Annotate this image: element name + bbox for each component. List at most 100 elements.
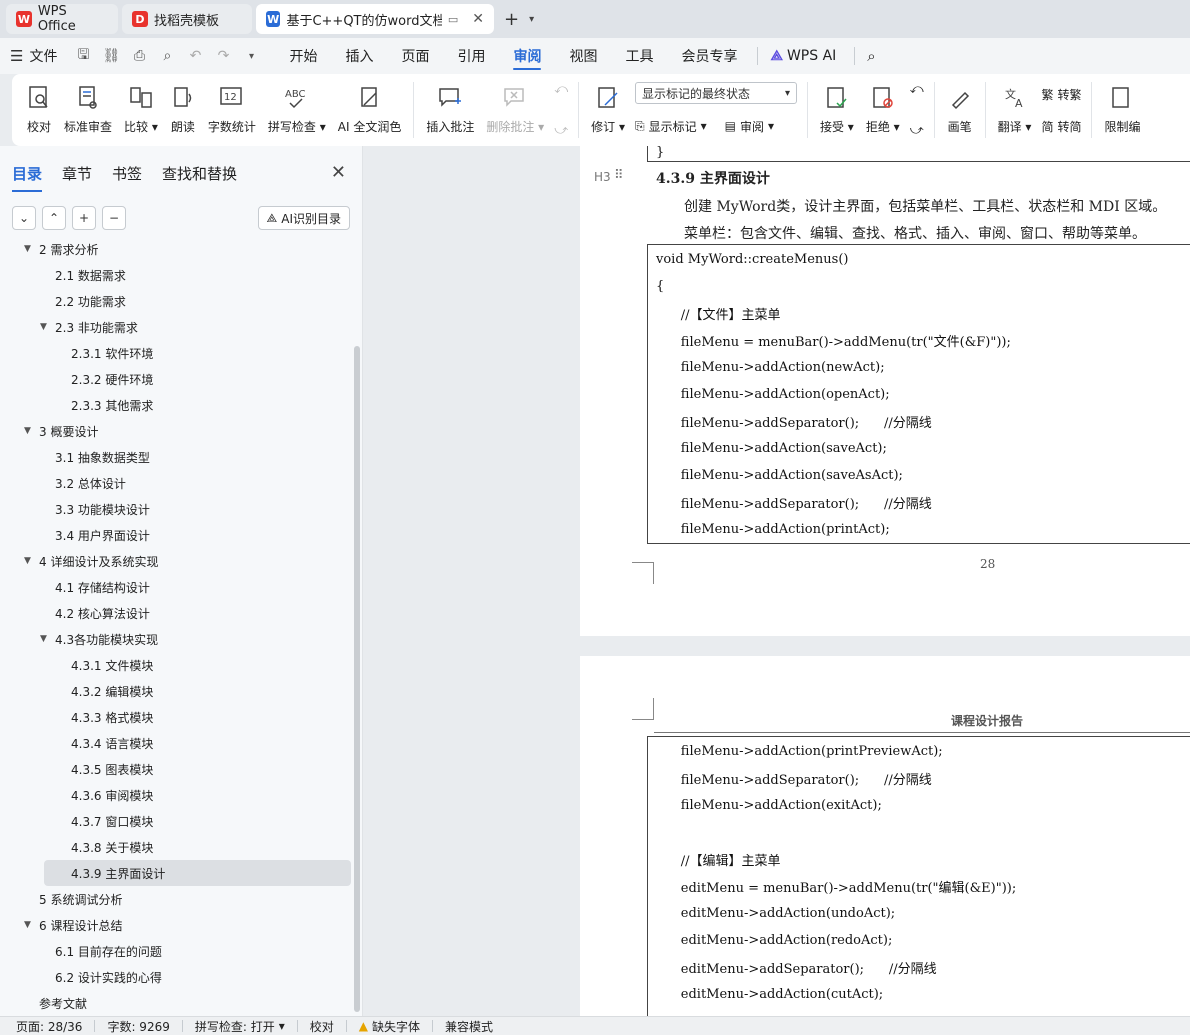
review-pane-button[interactable]: 审阅 xyxy=(740,118,764,135)
expand-icon[interactable]: ⌃ xyxy=(42,206,66,230)
toc-item[interactable]: 3.2 总体设计 xyxy=(0,470,352,496)
toc-item[interactable]: 4.3.9 主界面设计 xyxy=(44,860,351,886)
toc-item[interactable]: ▼ 3 概要设计 xyxy=(0,418,352,444)
toc-item[interactable]: ▼ 6 课程设计总结 xyxy=(0,912,352,938)
close-icon[interactable]: ✕ xyxy=(472,11,484,27)
toc-item[interactable]: 2.1 数据需求 xyxy=(0,262,352,288)
toc-item[interactable]: 2.3.2 硬件环境 xyxy=(0,366,352,392)
close-pane-icon[interactable]: ✕ xyxy=(331,162,346,183)
toc-item[interactable]: 4.3.6 审阅模块 xyxy=(0,782,352,808)
plus-icon[interactable]: + xyxy=(504,9,519,30)
tab-docer-templates[interactable]: D 找稻壳模板 xyxy=(122,4,252,34)
expand-arrow-icon[interactable]: ▼ xyxy=(40,322,54,332)
toc-item[interactable]: 4.1 存储结构设计 xyxy=(0,574,352,600)
track-changes-button[interactable]: 修订 ▾ xyxy=(585,80,631,140)
expand-arrow-icon[interactable]: ▼ xyxy=(24,920,38,930)
delete-comment-button[interactable]: 删除批注 ▾ xyxy=(480,80,550,140)
proofread-button[interactable]: 校对 xyxy=(20,80,58,140)
page-indicator[interactable]: 页面: 28/36 xyxy=(16,1018,94,1035)
tab-current-document[interactable]: W 基于C++QT的仿word文档编 ▭ ✕ xyxy=(256,4,494,34)
previous-comment-icon[interactable]: ⤺ xyxy=(554,82,568,97)
toc-item[interactable]: ▼ 4.3各功能模块实现 xyxy=(0,626,352,652)
remove-heading-icon[interactable]: − xyxy=(102,206,126,230)
collapse-icon[interactable]: ⌄ xyxy=(12,206,36,230)
toc-item[interactable]: 6.2 设计实践的心得 xyxy=(0,964,352,990)
toc-item[interactable]: ▼ 2 需求分析 xyxy=(0,242,352,262)
show-markup-button[interactable]: 显示标记 xyxy=(649,118,697,135)
translate-button[interactable]: 文A 翻译 ▾ xyxy=(992,80,1038,140)
spell-check-button[interactable]: ABC 拼写检查 ▾ xyxy=(262,80,332,140)
redo-icon[interactable]: ↷ xyxy=(212,45,234,67)
ai-toc-button[interactable]: ⟁ AI识别目录 xyxy=(257,206,350,230)
pane-scrollbar[interactable] xyxy=(354,346,360,1012)
expand-arrow-icon[interactable]: ▼ xyxy=(24,426,38,436)
chevron-down-icon[interactable]: ▾ xyxy=(529,14,534,25)
markup-state-dropdown[interactable]: 显示标记的最终状态 ▾ xyxy=(634,82,797,104)
accept-button[interactable]: 接受 ▾ xyxy=(814,80,860,140)
toc-item[interactable]: 4.3.7 窗口模块 xyxy=(0,808,352,834)
toc-item[interactable]: 3.3 功能模块设计 xyxy=(0,496,352,522)
pen-button[interactable]: 画笔 xyxy=(941,80,979,140)
spell-check-status[interactable]: 拼写检查: 打开 ▾ xyxy=(195,1018,297,1035)
link-icon[interactable]: ⛓ xyxy=(100,45,122,67)
toc-item[interactable]: 4.3.1 文件模块 xyxy=(0,652,352,678)
print-preview-icon[interactable]: ⌕ xyxy=(156,45,178,67)
undo-icon[interactable]: ↶ xyxy=(184,45,206,67)
toc-item[interactable]: 4.3.3 格式模块 xyxy=(0,704,352,730)
print-icon[interactable]: ⎙ xyxy=(128,45,150,67)
add-heading-icon[interactable]: + xyxy=(72,206,96,230)
ai-polish-button[interactable]: AI 全文润色 xyxy=(332,80,408,140)
tab-toc[interactable]: 目录 xyxy=(12,158,43,192)
menu-review[interactable]: 审阅 xyxy=(499,38,555,74)
toc-item[interactable]: ▼ 2.3 非功能需求 xyxy=(0,314,352,340)
menu-insert[interactable]: 插入 xyxy=(331,38,387,74)
search-icon[interactable]: ⌕ xyxy=(867,47,875,65)
menu-view[interactable]: 视图 xyxy=(555,38,611,74)
tab-bookmarks[interactable]: 书签 xyxy=(112,158,142,188)
menu-start[interactable]: 开始 xyxy=(275,38,331,74)
menu-member[interactable]: 会员专享 xyxy=(667,38,751,74)
tab-chapters[interactable]: 章节 xyxy=(62,158,92,188)
toc-item[interactable]: 4.3.5 图表模块 xyxy=(0,756,352,782)
menu-references[interactable]: 引用 xyxy=(443,38,499,74)
previous-change-icon[interactable]: ⤺ xyxy=(910,82,924,97)
toc-item[interactable]: 4.3.2 编辑模块 xyxy=(0,678,352,704)
toc-item[interactable]: 5 系统调试分析 xyxy=(0,886,352,912)
to-simplified-button[interactable]: 简 转简 xyxy=(1041,114,1081,138)
expand-arrow-icon[interactable]: ▼ xyxy=(40,634,54,644)
toc-item[interactable]: 参考文献 xyxy=(0,990,352,1016)
menu-page[interactable]: 页面 xyxy=(387,38,443,74)
toc-item[interactable]: 4.3.8 关于模块 xyxy=(0,834,352,860)
toc-item[interactable]: 4.2 核心算法设计 xyxy=(0,600,352,626)
read-aloud-button[interactable]: 朗读 xyxy=(164,80,202,140)
proof-status[interactable]: 校对 xyxy=(310,1018,346,1035)
toc-item[interactable]: 6.1 目前存在的问题 xyxy=(0,938,352,964)
hamburger-icon[interactable]: ☰ xyxy=(10,47,23,65)
missing-font-status[interactable]: ▲ 缺失字体 xyxy=(359,1018,432,1035)
toc-item[interactable]: 2.3.1 软件环境 xyxy=(0,340,352,366)
word-count-button[interactable]: 12 字数统计 xyxy=(202,80,262,140)
toc-item[interactable]: 2.3.3 其他需求 xyxy=(0,392,352,418)
drag-handle-icon[interactable]: ⠿ xyxy=(614,168,624,183)
expand-arrow-icon[interactable]: ▼ xyxy=(24,556,38,566)
to-traditional-button[interactable]: 繁 转繁 xyxy=(1041,82,1081,106)
toc-item[interactable]: 2.2 功能需求 xyxy=(0,288,352,314)
toc-item[interactable]: ▼ 4 详细设计及系统实现 xyxy=(0,548,352,574)
menu-file[interactable]: 文件 xyxy=(29,46,57,66)
menu-wps-ai[interactable]: WPS AI xyxy=(787,48,836,64)
restrict-editing-button[interactable]: 限制编 xyxy=(1098,80,1146,140)
tab-wps-office[interactable]: W WPS Office xyxy=(6,4,118,34)
insert-comment-button[interactable]: 插入批注 xyxy=(420,80,480,140)
chevron-down-icon[interactable]: ▾ xyxy=(240,45,262,67)
save-icon[interactable]: 🖫 xyxy=(72,45,94,67)
tab-find-replace[interactable]: 查找和替换 xyxy=(162,158,237,188)
standard-review-button[interactable]: 标准审查 xyxy=(58,80,118,140)
toc-item[interactable]: 3.4 用户界面设计 xyxy=(0,522,352,548)
toc-item[interactable]: 3.1 抽象数据类型 xyxy=(0,444,352,470)
word-count[interactable]: 字数: 9269 xyxy=(107,1018,181,1035)
toc-item[interactable]: 4.3.4 语言模块 xyxy=(0,730,352,756)
next-change-icon[interactable]: ⤻ xyxy=(910,123,924,138)
heading-level-marker[interactable]: H3 xyxy=(594,170,611,184)
menu-tools[interactable]: 工具 xyxy=(611,38,667,74)
expand-arrow-icon[interactable]: ▼ xyxy=(24,244,38,254)
